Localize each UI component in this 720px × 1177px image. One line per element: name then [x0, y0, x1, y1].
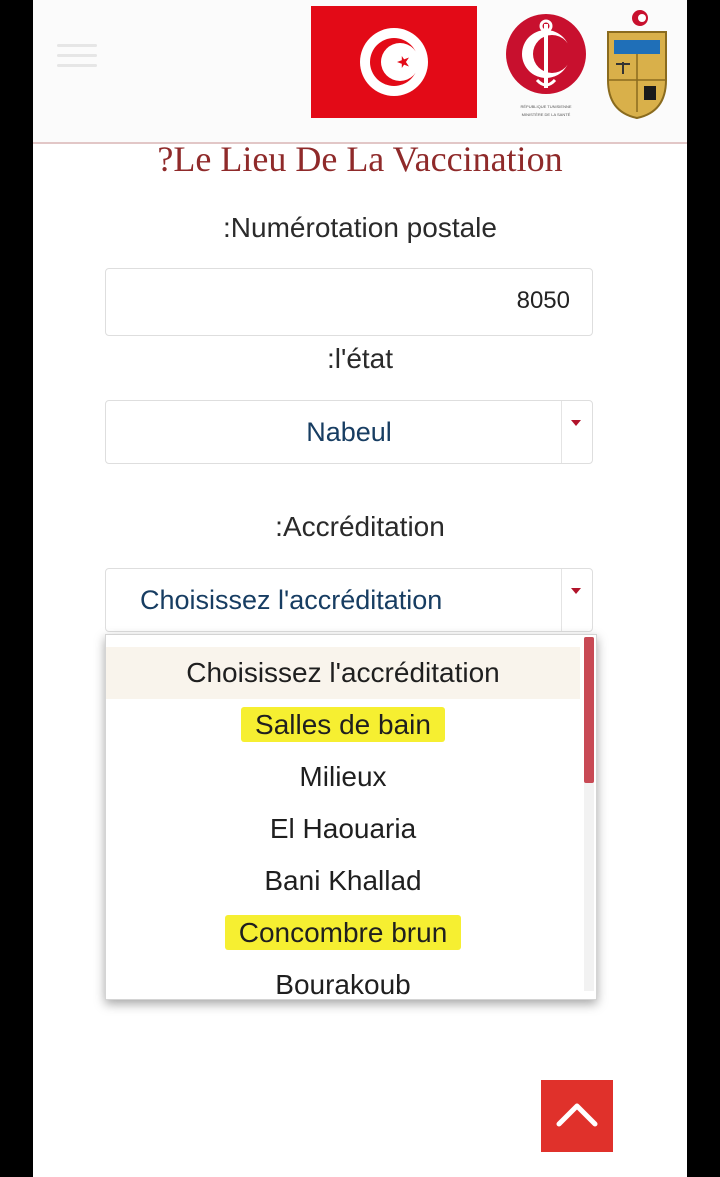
dropdown-option[interactable]: El Haouaria	[106, 803, 580, 855]
dropdown-option[interactable]: Bani Khallad	[106, 855, 580, 907]
back-to-top-button[interactable]	[541, 1080, 613, 1152]
app-screen: RÉPUBLIQUE TUNISIENNE MINISTÈRE DE LA SA…	[33, 0, 687, 1177]
dropdown-option-label: Salles de bain	[241, 707, 445, 742]
dropdown-option-label: Milieux	[299, 761, 387, 792]
dropdown-option[interactable]: Choisissez l'accréditation	[106, 647, 580, 699]
postal-code-value: 8050	[516, 287, 570, 314]
dropdown-option-label: Choisissez l'accréditation	[186, 657, 500, 688]
dropdown-option[interactable]: Bourakoub	[106, 959, 580, 1000]
dropdown-option-label: Concombre brun	[224, 915, 462, 950]
state-value: Nabeul	[306, 417, 392, 447]
tunisia-flag	[311, 6, 477, 118]
accreditation-select[interactable]: Choisissez l'accréditation	[105, 568, 593, 632]
postal-code-label: :Numérotation postale	[223, 212, 497, 243]
dropdown-option-label: Bourakoub	[275, 969, 411, 1000]
coat-of-arms-logo	[600, 4, 674, 120]
accreditation-dropdown-list: Choisissez l'accréditation Salles de bai…	[105, 634, 597, 1000]
postal-code-input[interactable]: 8050	[105, 268, 593, 336]
caret-down-icon	[561, 401, 592, 463]
state-select[interactable]: Nabeul	[105, 400, 593, 464]
header-bar: RÉPUBLIQUE TUNISIENNE MINISTÈRE DE LA SA…	[33, 0, 687, 144]
dropdown-option-label: Bani Khallad	[264, 865, 422, 896]
scrollbar-thumb[interactable]	[584, 637, 594, 783]
state-label: :l'état	[326, 343, 394, 374]
chevron-up-icon	[556, 1103, 598, 1127]
page-title: ?Le Lieu De La Vaccination	[157, 139, 563, 179]
dropdown-option[interactable]: Concombre brun	[106, 907, 580, 959]
dropdown-option-label: El Haouaria	[269, 813, 417, 844]
dropdown-option[interactable]: Milieux	[106, 751, 580, 803]
ministry-text-line2: MINISTÈRE DE LA SANTÉ	[522, 112, 571, 117]
ministry-health-logo: RÉPUBLIQUE TUNISIENNE MINISTÈRE DE LA SA…	[496, 4, 596, 120]
accreditation-label: :Accréditation	[275, 511, 445, 542]
hamburger-menu-icon[interactable]	[57, 44, 97, 70]
dropdown-option[interactable]: Salles de bain	[106, 699, 580, 751]
caret-down-icon	[561, 569, 592, 631]
accreditation-value: Choisissez l'accréditation	[140, 585, 443, 615]
ministry-text-line1: RÉPUBLIQUE TUNISIENNE	[520, 104, 571, 109]
dropdown-scrollbar[interactable]	[584, 637, 594, 991]
